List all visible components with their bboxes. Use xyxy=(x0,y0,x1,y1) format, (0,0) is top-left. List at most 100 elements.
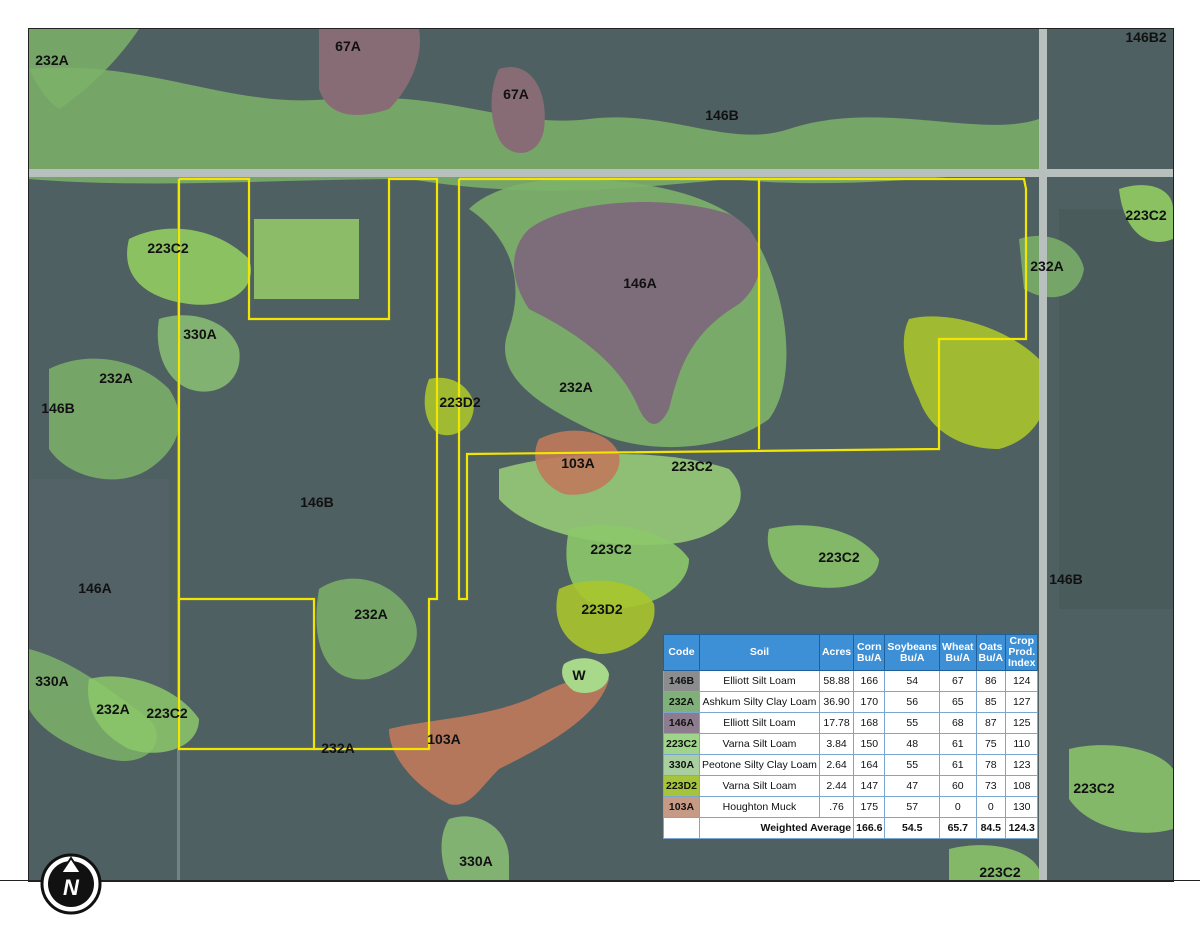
legend-wheat-cell: 68 xyxy=(939,712,977,734)
soil-label-232a: 232A xyxy=(354,606,388,622)
average-soybeans: 54.5 xyxy=(884,817,941,839)
average-corn: 166.6 xyxy=(853,817,886,839)
legend-crop-index-cell: 123 xyxy=(1005,754,1039,776)
soil-label-232a: 232A xyxy=(559,379,593,395)
road-north-south xyxy=(1039,29,1047,881)
legend-wheat-cell: 61 xyxy=(939,754,977,776)
soil-label-223d2: 223D2 xyxy=(581,601,623,617)
soil-label-232a: 232A xyxy=(35,52,69,68)
legend-code-cell: 103A xyxy=(663,796,700,818)
legend-wheat-cell: 65 xyxy=(939,691,977,713)
soil-label-103a: 103A xyxy=(427,731,461,747)
legend-wheat-cell: 61 xyxy=(939,733,977,755)
soil-label-223d2: 223D2 xyxy=(439,394,481,410)
soil-label-223c2: 223C2 xyxy=(146,705,188,721)
soil-legend-table: Code Soil Acres Corn Bu/A Soybeans Bu/A … xyxy=(663,634,1039,839)
legend-oats-cell: 73 xyxy=(975,775,1007,797)
north-arrow-icon: N xyxy=(40,853,102,915)
header-code: Code xyxy=(663,634,700,671)
header-soybeans: Soybeans Bu/A xyxy=(884,634,941,671)
legend-acres-cell: 3.84 xyxy=(818,733,855,755)
header-corn: Corn Bu/A xyxy=(853,634,886,671)
soil-label-146a: 146A xyxy=(78,580,112,596)
legend-crop-index-cell: 110 xyxy=(1005,733,1039,755)
soil-label-223c2: 223C2 xyxy=(979,864,1021,880)
legend-average-row: Weighted Average 166.6 54.5 65.7 84.5 12… xyxy=(663,817,1039,839)
header-oats: Oats Bu/A xyxy=(975,634,1007,671)
soil-label-232a: 232A xyxy=(1030,258,1064,274)
legend-soybeans-cell: 57 xyxy=(884,796,941,818)
legend-oats-cell: 0 xyxy=(975,796,1007,818)
header-soil: Soil xyxy=(698,634,820,671)
soil-label-146b: 146B xyxy=(300,494,334,510)
legend-soybeans-cell: 48 xyxy=(884,733,941,755)
soil-label-223c2: 223C2 xyxy=(590,541,632,557)
legend-crop-index-cell: 130 xyxy=(1005,796,1039,818)
soil-label-223c2: 223C2 xyxy=(147,240,189,256)
legend-soil-cell: Elliott Silt Loam xyxy=(698,712,820,734)
legend-oats-cell: 85 xyxy=(975,691,1007,713)
soil-label-146b2: 146B2 xyxy=(1125,29,1167,45)
legend-soybeans-cell: 56 xyxy=(884,691,941,713)
soil-label-330a: 330A xyxy=(183,326,217,342)
legend-row: 103A Houghton Muck .76 175 57 0 0 130 xyxy=(663,796,1039,818)
legend-crop-index-cell: 108 xyxy=(1005,775,1039,797)
soil-label-232a: 232A xyxy=(96,701,130,717)
legend-corn-cell: 150 xyxy=(853,733,886,755)
legend-wheat-cell: 60 xyxy=(939,775,977,797)
average-wheat: 65.7 xyxy=(939,817,977,839)
legend-soil-cell: Varna Silt Loam xyxy=(698,733,820,755)
legend-header-row: Code Soil Acres Corn Bu/A Soybeans Bu/A … xyxy=(663,634,1039,671)
header-crop-index: Crop Prod. Index xyxy=(1005,634,1039,671)
legend-code-cell: 223C2 xyxy=(663,733,700,755)
legend-row: 232A Ashkum Silty Clay Loam 36.90 170 56 65 85… xyxy=(663,691,1039,713)
legend-crop-index-cell: 127 xyxy=(1005,691,1039,713)
legend-soil-cell: Elliott Silt Loam xyxy=(698,670,820,692)
legend-corn-cell: 166 xyxy=(853,670,886,692)
legend-acres-cell: 2.44 xyxy=(818,775,855,797)
soil-label-330a: 330A xyxy=(35,673,69,689)
north-letter: N xyxy=(63,875,80,900)
legend-crop-index-cell: 124 xyxy=(1005,670,1039,692)
soil-label-232a: 232A xyxy=(99,370,133,386)
legend-oats-cell: 86 xyxy=(975,670,1007,692)
road-east-west xyxy=(29,169,1173,177)
bottom-divider xyxy=(0,880,1200,881)
soil-label-330a: 330A xyxy=(459,853,493,869)
legend-soil-cell: Ashkum Silty Clay Loam xyxy=(698,691,820,713)
legend-soil-cell: Peotone Silty Clay Loam xyxy=(698,754,820,776)
legend-soybeans-cell: 54 xyxy=(884,670,941,692)
header-wheat: Wheat Bu/A xyxy=(939,634,977,671)
average-oats: 84.5 xyxy=(975,817,1007,839)
soil-label-146a: 146A xyxy=(623,275,657,291)
legend-row: 146A Elliott Silt Loam 17.78 168 55 68 87 125 xyxy=(663,712,1039,734)
legend-corn-cell: 164 xyxy=(853,754,886,776)
legend-acres-cell: 2.64 xyxy=(818,754,855,776)
legend-oats-cell: 75 xyxy=(975,733,1007,755)
legend-acres-cell: 36.90 xyxy=(818,691,855,713)
soil-label-103a: 103A xyxy=(561,455,595,471)
legend-row: 223D2 Varna Silt Loam 2.44 147 47 60 73 108 xyxy=(663,775,1039,797)
soil-label-223c2: 223C2 xyxy=(1073,780,1115,796)
soil-label-67a: 67A xyxy=(335,38,361,54)
legend-soybeans-cell: 47 xyxy=(884,775,941,797)
soil-label-223c2: 223C2 xyxy=(818,549,860,565)
legend-acres-cell: 17.78 xyxy=(818,712,855,734)
legend-soybeans-cell: 55 xyxy=(884,754,941,776)
legend-corn-cell: 168 xyxy=(853,712,886,734)
legend-code-cell: 330A xyxy=(663,754,700,776)
legend-acres-cell: .76 xyxy=(818,796,855,818)
legend-acres-cell: 58.88 xyxy=(818,670,855,692)
legend-code-cell: 146A xyxy=(663,712,700,734)
legend-code-cell: 146B xyxy=(663,670,700,692)
legend-oats-cell: 87 xyxy=(975,712,1007,734)
average-empty-cell xyxy=(663,817,700,839)
soil-223C2-house xyxy=(254,219,359,299)
legend-soil-cell: Houghton Muck xyxy=(698,796,820,818)
legend-corn-cell: 175 xyxy=(853,796,886,818)
legend-row: 146B Elliott Silt Loam 58.88 166 54 67 86 124 xyxy=(663,670,1039,692)
legend-row: 223C2 Varna Silt Loam 3.84 150 48 61 75 110 xyxy=(663,733,1039,755)
soil-label-146b: 146B xyxy=(1049,571,1083,587)
soil-label-146b: 146B xyxy=(705,107,739,123)
header-acres: Acres xyxy=(818,634,855,671)
